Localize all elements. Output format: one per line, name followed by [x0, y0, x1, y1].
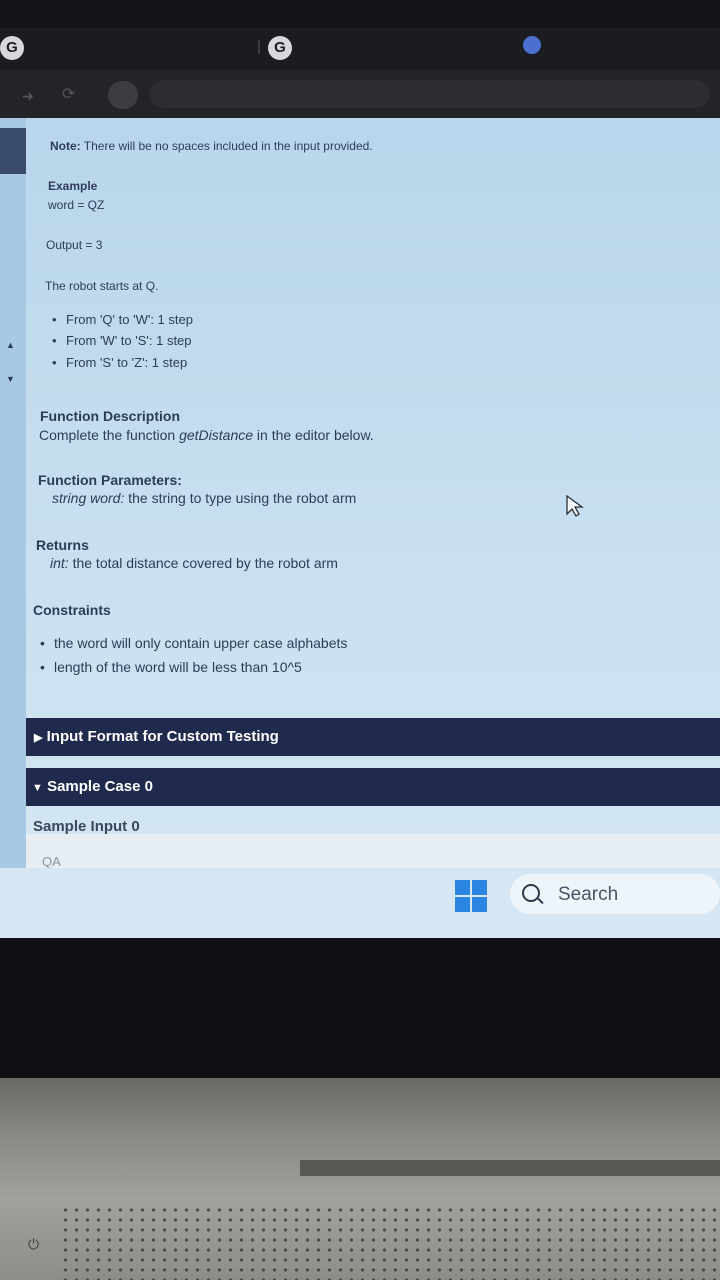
- power-icon[interactable]: ⏻: [28, 1236, 39, 1253]
- laptop-hinge: [300, 1160, 720, 1176]
- list-item: From 'Q' to 'W': 1 step: [52, 312, 193, 327]
- example-heading: Example: [48, 179, 98, 193]
- function-description-text: Complete the function getDistance in the…: [39, 427, 374, 443]
- tab-favicon-google-icon[interactable]: G: [0, 36, 24, 60]
- browser-tab-bar: G G: [0, 28, 720, 70]
- function-description-suffix: in the editor below.: [256, 427, 374, 443]
- caret-right-icon: ▶: [34, 732, 43, 744]
- sample-input-value: QA: [42, 854, 61, 869]
- taskbar-search-label[interactable]: Search: [558, 884, 618, 906]
- sample-case-accordion[interactable]: ▼ Sample Case 0: [26, 768, 720, 806]
- mouse-pointer-icon: [566, 494, 584, 517]
- screen-bezel-bottom: [0, 938, 720, 1088]
- example-word: word = QZ: [48, 198, 105, 212]
- returns-type: int:: [50, 555, 69, 571]
- reload-icon[interactable]: ⟳: [62, 84, 75, 104]
- sample-input-heading: Sample Input 0: [33, 818, 140, 835]
- sample-case-label: Sample Case 0: [47, 778, 153, 795]
- note-line: Note: There will be no spaces included i…: [50, 139, 373, 153]
- speaker-grille: [60, 1205, 720, 1280]
- example-output: Output = 3: [46, 238, 103, 252]
- returns-description: the total distance covered by the robot …: [72, 555, 338, 571]
- tab-separator: [258, 40, 260, 54]
- list-item: the word will only contain upper case al…: [40, 635, 347, 651]
- extension-icon[interactable]: [523, 36, 541, 54]
- note-text: There will be no spaces included in the …: [83, 139, 373, 153]
- sidebar-tab[interactable]: [0, 128, 26, 174]
- scroll-up-arrow-icon[interactable]: ▲: [6, 340, 15, 350]
- url-field[interactable]: [150, 80, 710, 108]
- function-parameters-heading: Function Parameters:: [38, 472, 182, 488]
- note-label: Note:: [50, 139, 81, 153]
- function-description-prefix: Complete the function: [39, 427, 176, 443]
- parameter-line: string word: the string to type using th…: [52, 490, 356, 506]
- left-sidebar: [0, 118, 26, 938]
- list-item: length of the word will be less than 10^…: [40, 659, 302, 675]
- sample-input-box: [26, 834, 720, 870]
- returns-line: int: the total distance covered by the r…: [50, 555, 338, 571]
- caret-down-icon: ▼: [32, 782, 43, 794]
- parameter-description: the string to type using the robot arm: [128, 490, 357, 506]
- list-item: From 'W' to 'S': 1 step: [52, 333, 192, 348]
- list-item: From 'S' to 'Z': 1 step: [52, 355, 187, 370]
- input-format-accordion[interactable]: ▶ Input Format for Custom Testing: [26, 718, 720, 756]
- problem-statement-page: ▲ ▼ Note: There will be no spaces includ…: [0, 118, 720, 938]
- screen-bezel-top: [0, 0, 720, 28]
- parameter-type: string word:: [52, 490, 125, 506]
- returns-heading: Returns: [36, 537, 89, 553]
- windows-logo-icon[interactable]: [455, 880, 487, 912]
- robot-start-text: The robot starts at Q.: [45, 279, 159, 293]
- function-name: getDistance: [179, 427, 254, 443]
- site-info-icon[interactable]: [108, 81, 138, 109]
- function-description-heading: Function Description: [40, 408, 180, 424]
- scroll-down-arrow-icon[interactable]: ▼: [6, 374, 15, 384]
- input-format-label: Input Format for Custom Testing: [46, 728, 279, 745]
- forward-arrow-icon[interactable]: ➜: [22, 88, 34, 105]
- tab-favicon-google-icon-2[interactable]: G: [268, 36, 292, 60]
- constraints-heading: Constraints: [33, 602, 111, 618]
